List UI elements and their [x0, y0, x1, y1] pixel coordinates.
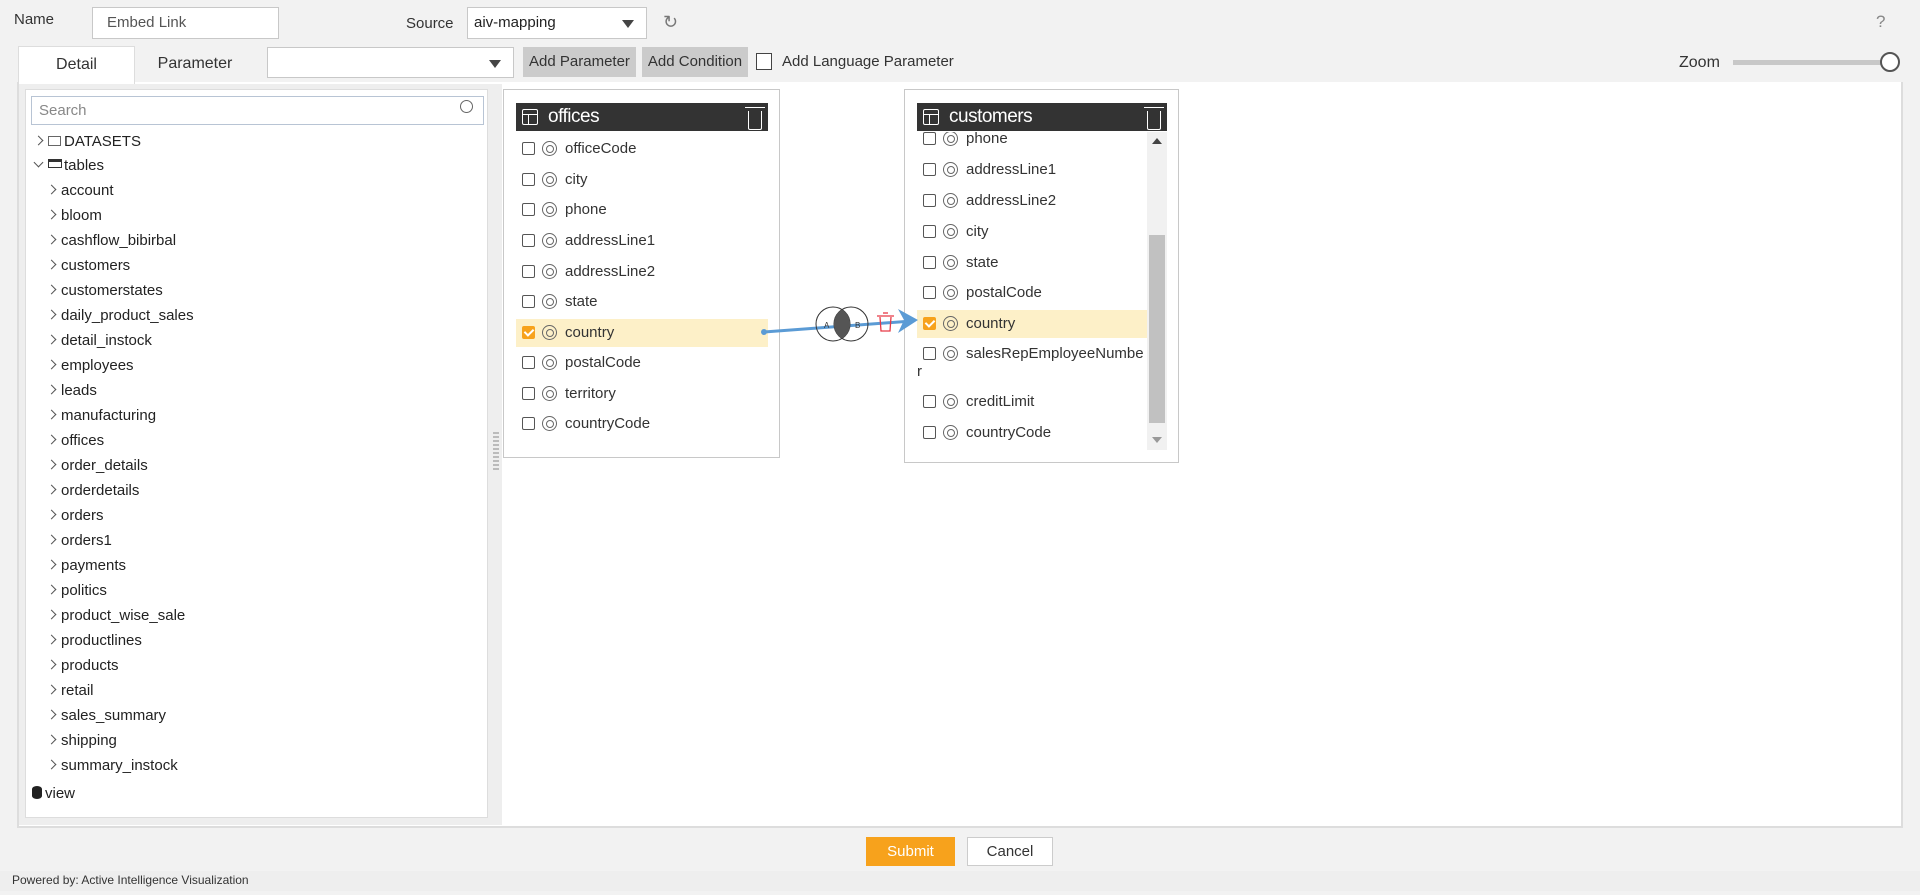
- venn-label-b: B: [855, 321, 860, 330]
- submit-button[interactable]: Submit: [866, 837, 955, 866]
- join-type-venn-icon[interactable]: A B: [815, 306, 869, 342]
- venn-label-a: A: [824, 321, 830, 330]
- footer-bar: [0, 871, 1920, 891]
- join-start-dot: [761, 329, 767, 335]
- powered-by-text: Powered by: Active Intelligence Visualiz…: [12, 873, 249, 887]
- cancel-button[interactable]: Cancel: [967, 837, 1053, 866]
- join-connector: A B: [761, 306, 918, 342]
